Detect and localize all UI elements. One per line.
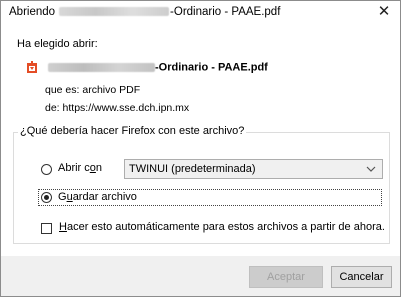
window-title: Abriendo -Ordinario - PAAE.pdf (9, 6, 280, 18)
button-bar: Aceptar Cancelar (1, 256, 400, 296)
auto-action-label[interactable]: Hacer esto automáticamente para estos ar… (59, 221, 385, 233)
file-source-value: https://www.sse.dch.ipn.mx (62, 102, 190, 114)
save-file-focus-box[interactable]: Guardar archivo (38, 189, 382, 206)
file-type-label: que es: (45, 84, 80, 96)
action-group: ¿Qué debería hacer Firefox con este arch… (13, 125, 390, 244)
action-group-legend: ¿Qué debería hacer Firefox con este arch… (18, 125, 247, 137)
open-with-radio[interactable] (41, 164, 52, 175)
download-dialog: Abriendo -Ordinario - PAAE.pdf ✕ Ha elegi… (0, 0, 401, 297)
title-prefix: Abriendo (9, 6, 56, 18)
title-bar[interactable]: Abriendo -Ordinario - PAAE.pdf ✕ (1, 1, 400, 25)
redacted-filename (59, 7, 170, 17)
pdf-file-icon (26, 61, 38, 74)
chevron-down-icon (366, 162, 376, 178)
save-file-label-part: G (58, 191, 67, 203)
file-source-label: de: (45, 102, 60, 114)
auto-action-checkbox[interactable] (41, 223, 52, 234)
open-with-label[interactable]: Abrir con (58, 162, 102, 174)
redacted-file-prefix (48, 63, 155, 72)
auto-action-label-part: acer esto automáticamente para estos arc… (66, 221, 385, 233)
dialog-body: Ha elegido abrir: -Ordinario - PAAE.pdf … (1, 25, 400, 256)
save-file-label-part: ardar archivo (72, 191, 137, 203)
title-suffix: -Ordinario - PAAE.pdf (170, 6, 281, 18)
application-select-value: TWINUI (predeterminada) (129, 163, 256, 175)
accept-button[interactable]: Aceptar (249, 266, 323, 288)
file-type-value: archivo PDF (82, 84, 141, 96)
file-row: -Ordinario - PAAE.pdf (26, 61, 268, 77)
cancel-button[interactable]: Cancelar (331, 266, 392, 288)
save-file-label: Guardar archivo (58, 191, 137, 203)
open-with-label-part: Abrir c (58, 162, 90, 174)
file-name: -Ordinario - PAAE.pdf (155, 61, 268, 74)
auto-action-label-accesskey: H (59, 221, 67, 233)
file-type-row: que es: archivo PDF (45, 84, 140, 96)
application-select[interactable]: TWINUI (predeterminada) (124, 159, 383, 179)
open-with-label-part: n (95, 162, 103, 174)
heading: Ha elegido abrir: (17, 38, 98, 50)
file-source-row: de: https://www.sse.dch.ipn.mx (45, 102, 189, 114)
close-icon[interactable]: ✕ (376, 4, 392, 20)
